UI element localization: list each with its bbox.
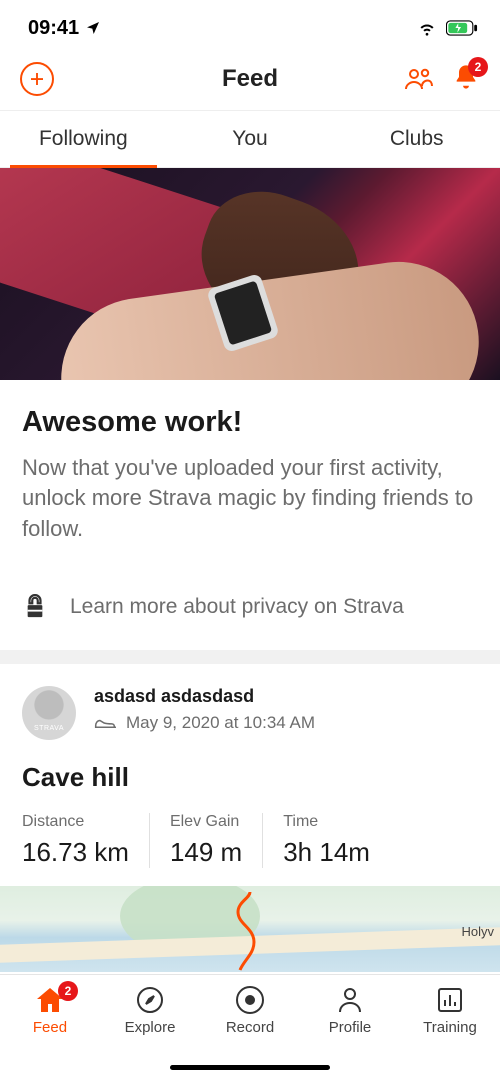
stat-time-value: 3h 14m	[283, 837, 370, 868]
tabbar-record-label: Record	[226, 1019, 274, 1036]
tabbar-profile[interactable]: Profile	[310, 985, 390, 1036]
stat-elev: Elev Gain 149 m	[149, 813, 262, 868]
notification-badge: 2	[468, 57, 488, 77]
add-button[interactable]	[20, 62, 54, 96]
activity-date: May 9, 2020 at 10:34 AM	[126, 713, 315, 733]
stat-distance: Distance 16.73 km	[22, 813, 149, 868]
promo-body: Now that you've uploaded your first acti…	[22, 453, 478, 544]
tabbar-feed-badge: 2	[58, 981, 78, 1001]
status-time: 09:41	[28, 17, 79, 40]
privacy-text: Learn more about privacy on Strava	[70, 595, 404, 619]
tabbar-feed[interactable]: Feed 2	[10, 985, 90, 1036]
section-divider	[0, 650, 500, 664]
stat-time: Time 3h 14m	[262, 813, 390, 868]
stat-elev-label: Elev Gain	[170, 813, 242, 831]
status-time-group: 09:41	[28, 17, 101, 40]
tabbar-explore[interactable]: Explore	[110, 985, 190, 1036]
tabbar-training[interactable]: Training	[410, 985, 490, 1036]
tab-following[interactable]: Following	[0, 111, 167, 167]
friends-icon[interactable]	[404, 67, 434, 91]
wifi-icon	[416, 19, 438, 37]
status-right-group	[416, 19, 478, 37]
activity-card[interactable]: STRAVA asdasd asdasdasd May 9, 2020 at 1…	[0, 664, 500, 868]
chart-icon	[436, 986, 464, 1014]
tabbar-explore-label: Explore	[125, 1019, 176, 1036]
hero-image	[0, 168, 500, 380]
map-place-label: Holyv	[461, 924, 494, 939]
profile-icon	[336, 986, 364, 1014]
promo-title: Awesome work!	[22, 406, 478, 439]
activity-header: STRAVA asdasd asdasdasd May 9, 2020 at 1…	[22, 686, 478, 740]
tabbar-training-label: Training	[423, 1019, 477, 1036]
promo-card: Awesome work! Now that you've uploaded y…	[0, 380, 500, 564]
stat-elev-value: 149 m	[170, 837, 242, 868]
shoe-icon	[94, 716, 116, 730]
privacy-link[interactable]: Learn more about privacy on Strava	[0, 564, 500, 650]
activity-map[interactable]: Holyv	[0, 886, 500, 972]
header: Feed 2	[0, 50, 500, 111]
tab-you[interactable]: You	[167, 111, 334, 167]
feed-tabs: Following You Clubs	[0, 111, 500, 168]
activity-title: Cave hill	[22, 762, 478, 793]
tabbar-record[interactable]: Record	[210, 985, 290, 1036]
activity-user[interactable]: asdasd asdasdasd	[94, 686, 315, 707]
page-title: Feed	[222, 65, 278, 93]
activity-stats: Distance 16.73 km Elev Gain 149 m Time 3…	[22, 813, 478, 868]
record-icon	[235, 985, 265, 1015]
stat-distance-value: 16.73 km	[22, 837, 129, 868]
battery-charging-icon	[446, 20, 478, 36]
tab-clubs[interactable]: Clubs	[333, 111, 500, 167]
compass-icon	[136, 986, 164, 1014]
home-indicator[interactable]	[170, 1065, 330, 1070]
location-arrow-icon	[85, 20, 101, 36]
route-line-icon	[230, 892, 270, 972]
stat-time-label: Time	[283, 813, 370, 831]
lock-icon	[24, 594, 46, 620]
stat-distance-label: Distance	[22, 813, 129, 831]
plus-icon	[28, 70, 46, 88]
status-bar: 09:41	[0, 0, 500, 50]
tabbar-profile-label: Profile	[329, 1019, 372, 1036]
notifications-button[interactable]: 2	[452, 63, 480, 96]
avatar[interactable]: STRAVA	[22, 686, 76, 740]
tabbar-feed-label: Feed	[33, 1019, 67, 1036]
activity-date-row: May 9, 2020 at 10:34 AM	[94, 713, 315, 733]
